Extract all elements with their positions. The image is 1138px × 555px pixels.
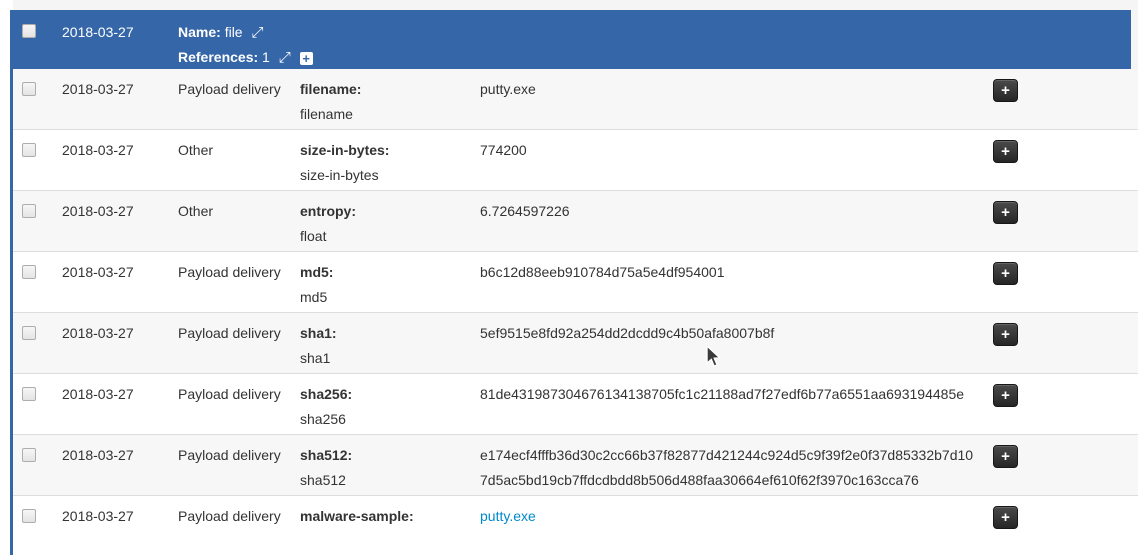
attribute-rows: 2018-03-27 Payload delivery filename: fi… (13, 69, 1138, 555)
attribute-type-label: sha512: (300, 443, 480, 468)
attribute-type: malware-sample: (300, 504, 480, 529)
attribute-select-checkbox[interactable] (22, 143, 36, 157)
attribute-type: entropy: float (300, 199, 480, 249)
attribute-select-checkbox[interactable] (22, 509, 36, 523)
add-button[interactable]: + (993, 262, 1018, 285)
attribute-row: 2018-03-27 Payload delivery md5: md5 b6c… (13, 252, 1138, 313)
attribute-category: Payload delivery (178, 443, 300, 468)
add-button[interactable]: + (993, 140, 1018, 163)
attribute-type-label: entropy: (300, 199, 480, 224)
attribute-row: 2018-03-27 Other entropy: float 6.726459… (13, 191, 1138, 252)
attribute-date: 2018-03-27 (62, 77, 178, 102)
attribute-type-name: size-in-bytes (300, 163, 480, 188)
attribute-type-label: filename: (300, 77, 480, 102)
attribute-category: Other (178, 199, 300, 224)
object-date: 2018-03-27 (62, 20, 178, 45)
attribute-select-checkbox[interactable] (22, 204, 36, 218)
attribute-category: Payload delivery (178, 260, 300, 285)
attribute-date: 2018-03-27 (62, 138, 178, 163)
object-header-row: 2018-03-27 Name: file ⤢ References: 1 ⤢ … (13, 10, 1131, 69)
add-reference-icon[interactable]: + (300, 52, 313, 65)
attribute-date: 2018-03-27 (62, 260, 178, 285)
add-button[interactable]: + (993, 79, 1018, 102)
attribute-date: 2018-03-27 (62, 199, 178, 224)
attribute-type-label: size-in-bytes: (300, 138, 480, 163)
attribute-select-checkbox[interactable] (22, 387, 36, 401)
attribute-value: 6.7264597226 (480, 199, 977, 224)
attribute-category: Payload delivery (178, 504, 300, 529)
misp-attributes-table: 2018-03-27 Name: file ⤢ References: 1 ⤢ … (0, 0, 1138, 555)
attribute-type-label: md5: (300, 260, 480, 285)
attribute-value: 5ef9515e8fd92a254dd2dcdd9c4b50afa8007b8f (480, 321, 977, 346)
attribute-actions: + (977, 321, 1138, 346)
attribute-actions: + (977, 199, 1138, 224)
attribute-row: 2018-03-27 Payload delivery malware-samp… (13, 496, 1138, 555)
attribute-type-name: sha256 (300, 407, 480, 432)
attribute-select-checkbox[interactable] (22, 326, 36, 340)
attribute-type-name: float (300, 224, 480, 249)
attribute-date: 2018-03-27 (62, 382, 178, 407)
attribute-row: 2018-03-27 Other size-in-bytes: size-in-… (13, 130, 1138, 191)
expand-object-icon[interactable]: ⤢ (251, 20, 263, 45)
attribute-value: b6c12d88eeb910784d75a5e4df954001 (480, 260, 977, 285)
object-block: 2018-03-27 Name: file ⤢ References: 1 ⤢ … (10, 10, 1138, 555)
object-references-count: 1 (262, 49, 270, 65)
attribute-value-link[interactable]: putty.exe (480, 504, 977, 529)
attribute-type-label: sha256: (300, 382, 480, 407)
attribute-value: e174ecf4fffb36d30c2cc66b37f82877d421244c… (480, 443, 977, 493)
attribute-actions: + (977, 443, 1138, 468)
add-button[interactable]: + (993, 384, 1018, 407)
attribute-actions: + (977, 77, 1138, 102)
attribute-date: 2018-03-27 (62, 443, 178, 468)
attribute-category: Payload delivery (178, 382, 300, 407)
attribute-actions: + (977, 138, 1138, 163)
attribute-category: Payload delivery (178, 321, 300, 346)
attribute-type-label: sha1: (300, 321, 480, 346)
attribute-value: 774200 (480, 138, 977, 163)
attribute-date: 2018-03-27 (62, 504, 178, 529)
attribute-type-name: sha512 (300, 468, 480, 493)
attribute-type-label: malware-sample: (300, 504, 480, 529)
object-header-info: Name: file ⤢ References: 1 ⤢ + (178, 20, 313, 70)
attribute-select-checkbox[interactable] (22, 265, 36, 279)
attribute-category: Other (178, 138, 300, 163)
add-button[interactable]: + (993, 506, 1018, 529)
object-select-checkbox[interactable] (22, 24, 36, 38)
attribute-type: sha512: sha512 (300, 443, 480, 493)
attribute-type: size-in-bytes: size-in-bytes (300, 138, 480, 188)
attribute-row: 2018-03-27 Payload delivery sha256: sha2… (13, 374, 1138, 435)
attribute-value: 81de431987304676134138705fc1c21188ad7f27… (480, 382, 977, 407)
attribute-value: putty.exe (480, 77, 977, 102)
attribute-row: 2018-03-27 Payload delivery sha1: sha1 5… (13, 313, 1138, 374)
object-name-value: file (225, 24, 243, 40)
add-button[interactable]: + (993, 445, 1018, 468)
add-button[interactable]: + (993, 201, 1018, 224)
attribute-row: 2018-03-27 Payload delivery sha512: sha5… (13, 435, 1138, 496)
attribute-type-name: sha1 (300, 346, 480, 371)
attribute-actions: + (977, 504, 1138, 529)
expand-references-icon[interactable]: ⤢ (279, 45, 291, 70)
attribute-row: 2018-03-27 Payload delivery filename: fi… (13, 69, 1138, 130)
attribute-actions: + (977, 260, 1138, 285)
attribute-type: sha256: sha256 (300, 382, 480, 432)
attribute-actions: + (977, 382, 1138, 407)
attribute-date: 2018-03-27 (62, 321, 178, 346)
attribute-category: Payload delivery (178, 77, 300, 102)
attribute-type-name: filename (300, 102, 480, 127)
add-button[interactable]: + (993, 323, 1018, 346)
object-name-label: Name: (178, 24, 221, 40)
object-references-label: References: (178, 49, 258, 65)
attribute-type: sha1: sha1 (300, 321, 480, 371)
attribute-select-checkbox[interactable] (22, 82, 36, 96)
attribute-type-name: md5 (300, 285, 480, 310)
attribute-type: filename: filename (300, 77, 480, 127)
table-top-remnant (13, 0, 1138, 10)
attribute-type: md5: md5 (300, 260, 480, 310)
attribute-select-checkbox[interactable] (22, 448, 36, 462)
